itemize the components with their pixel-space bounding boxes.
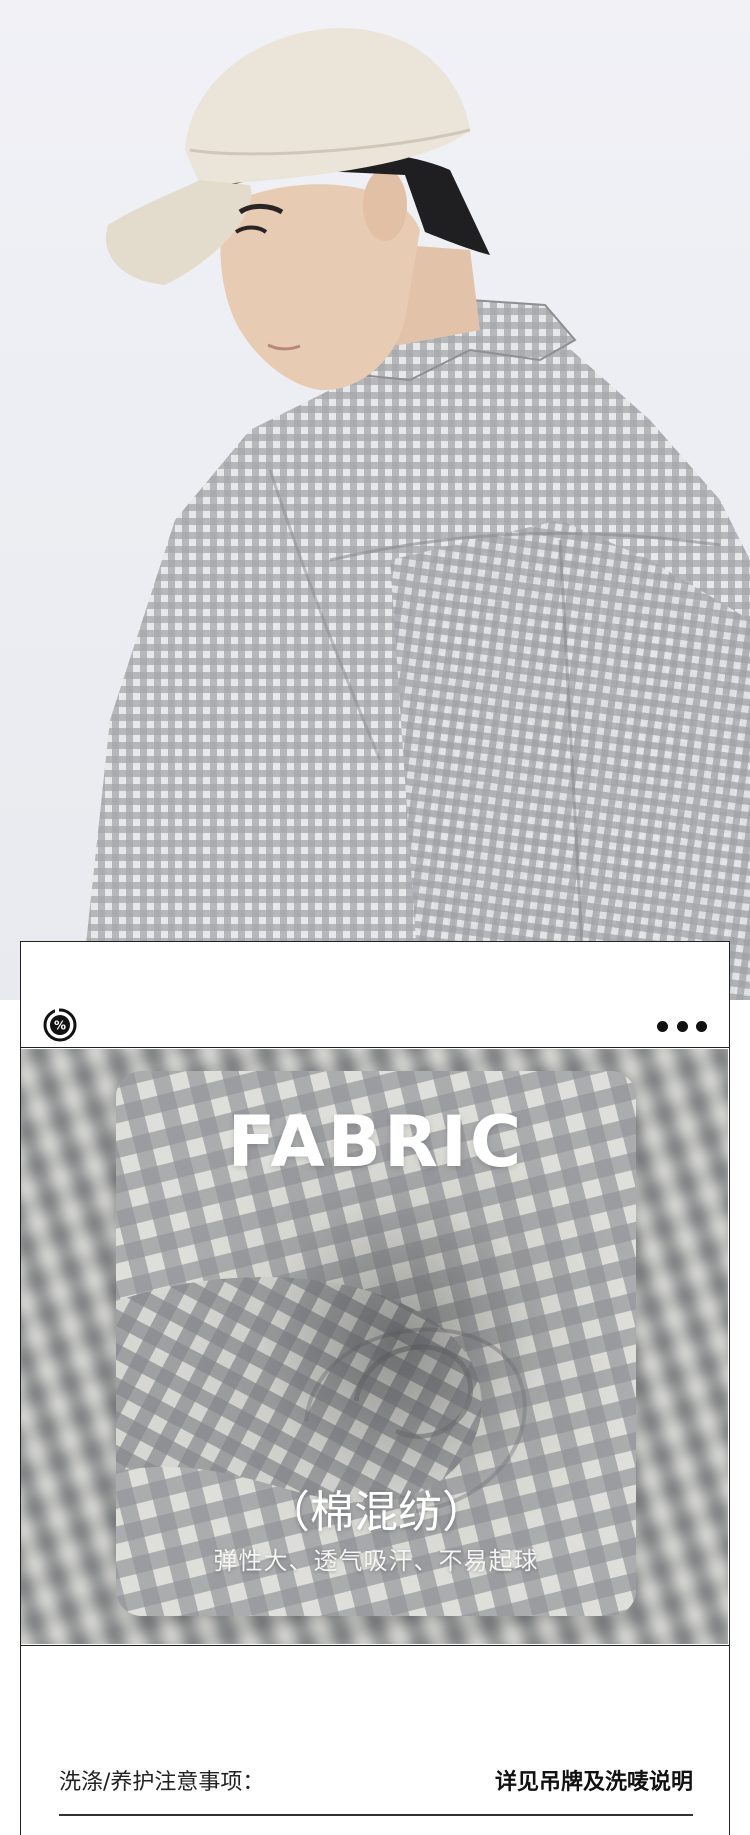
care-value: 详见吊牌及洗唛说明 — [494, 1770, 693, 1795]
hero-photo — [0, 0, 750, 1000]
fabric-title: FABRIC — [227, 1101, 525, 1183]
divider — [59, 1814, 693, 1816]
svg-text:%: % — [54, 1019, 66, 1033]
product-detail-card: % FABRIC （棉混纺） 弹性大、透气吸汗、不易起球 洗涤/养护注意事项： … — [20, 941, 730, 1835]
more-dots-icon[interactable] — [657, 1020, 707, 1032]
care-label: 洗涤/养护注意事项： — [59, 1770, 265, 1795]
fabric-section: FABRIC （棉混纺） 弹性大、透气吸汗、不易起球 — [21, 1049, 728, 1644]
care-instructions-row: 洗涤/养护注意事项： 详见吊牌及洗唛说明 — [21, 1645, 729, 1835]
fabric-material: （棉混纺） — [266, 1487, 486, 1538]
fabric-closeup-image: FABRIC （棉混纺） 弹性大、透气吸汗、不易起球 — [116, 1071, 636, 1616]
fabric-features: 弹性大、透气吸汗、不易起球 — [213, 1547, 539, 1575]
percent-badge-icon: % — [43, 1008, 77, 1042]
card-header: % — [21, 942, 729, 1048]
hero-illustration — [80, 28, 750, 1000]
